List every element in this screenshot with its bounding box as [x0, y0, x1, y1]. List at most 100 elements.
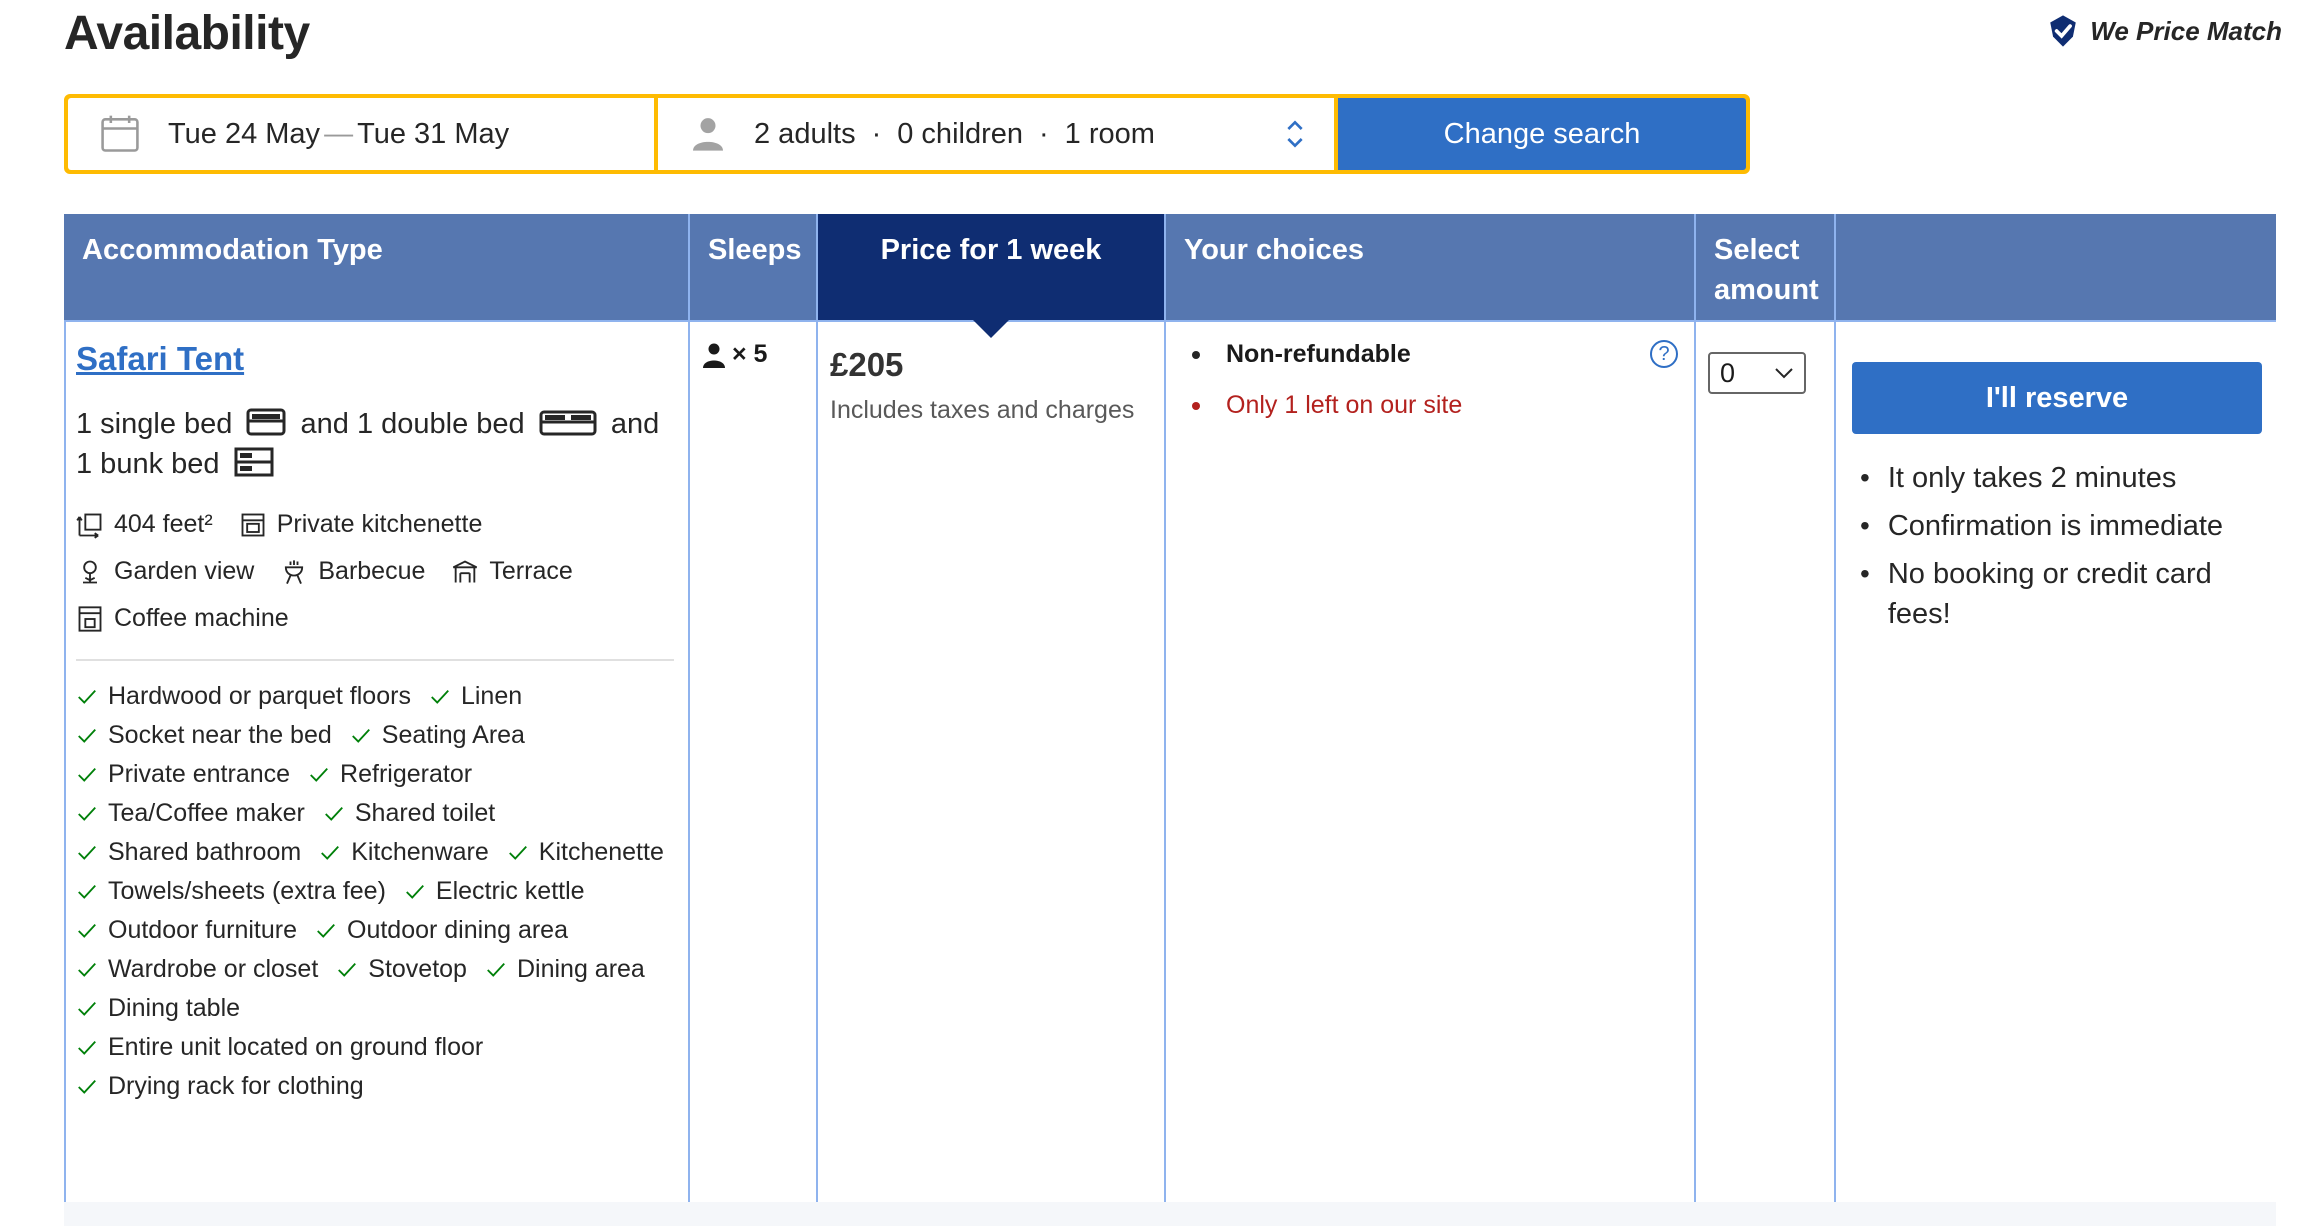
- amenity-label: Outdoor furniture: [108, 916, 297, 944]
- reserve-button[interactable]: I'll reserve: [1852, 362, 2262, 434]
- sleeps-indicator: × 5: [702, 340, 804, 369]
- bullet: [1192, 401, 1200, 410]
- amenity-label: Seating Area: [381, 721, 525, 749]
- sleeps-cell: × 5: [690, 322, 818, 1226]
- benefit-item: Confirmation is immediate: [1860, 506, 2264, 546]
- select-amount-cell: 0: [1696, 322, 1836, 1226]
- amenity-item: Dining table: [76, 993, 240, 1024]
- check-icon: [78, 845, 96, 860]
- amenity-item: Wardrobe or closet: [76, 954, 318, 985]
- room-name-link[interactable]: Safari Tent: [76, 340, 244, 378]
- price-cell: £205 Includes taxes and charges: [818, 322, 1166, 1226]
- facility-label: Barbecue: [318, 557, 426, 585]
- date-picker[interactable]: Tue 24 May — Tue 31 May: [68, 98, 654, 170]
- amenity-label: Entire unit located on ground floor: [108, 1033, 484, 1061]
- amenity-item: Outdoor dining area: [315, 915, 568, 946]
- coffee-machine-icon: [78, 605, 102, 632]
- amenity-row: Wardrobe or closet Stovetop Dining area: [76, 954, 674, 985]
- amenity-label: Kitchenware: [351, 838, 489, 866]
- check-icon: [406, 884, 424, 899]
- check-icon: [487, 962, 505, 977]
- amenity-item: Hardwood or parquet floors: [76, 681, 411, 712]
- page-title: Availability: [64, 7, 310, 60]
- table-header: Accommodation Type Sleeps Price for 1 we…: [64, 214, 2276, 320]
- choices-list: Non-refundable Only 1 left on our site: [1178, 340, 1682, 420]
- amenity-row: Private entrance Refrigerator: [76, 759, 674, 790]
- double-bed-icon: [539, 410, 597, 436]
- chevron-down-icon: [1775, 368, 1793, 379]
- amenity-item: Stovetop: [336, 954, 467, 985]
- choices-cell: Non-refundable Only 1 left on our site ?: [1166, 322, 1696, 1226]
- divider: [76, 659, 674, 661]
- amenity-label: Tea/Coffee maker: [108, 799, 305, 827]
- table-row: Safari Tent 1 single bed and 1 double be…: [64, 320, 2276, 1226]
- check-icon: [78, 767, 96, 782]
- change-search-button[interactable]: Change search: [1338, 98, 1746, 170]
- reserve-benefits: It only takes 2 minutes Confirmation is …: [1860, 458, 2264, 634]
- help-icon[interactable]: ?: [1650, 340, 1678, 368]
- separator-dot: ·: [1039, 117, 1049, 150]
- amenity-label: Towels/sheets (extra fee): [108, 877, 386, 905]
- check-icon: [78, 689, 96, 704]
- check-icon: [78, 728, 96, 743]
- check-icon: [78, 962, 96, 977]
- bunk-bed-label: 1 bunk bed: [76, 448, 220, 480]
- amenity-row: Shared bathroom Kitchenware Kitchenette: [76, 837, 674, 868]
- date-separator: —: [324, 117, 354, 150]
- amenity-label: Dining area: [516, 955, 645, 983]
- choice-non-refundable: Non-refundable: [1192, 340, 1682, 369]
- amenity-item: Outdoor furniture: [76, 915, 297, 946]
- amenity-item: Dining area: [485, 954, 645, 985]
- availability-table: Accommodation Type Sleeps Price for 1 we…: [64, 214, 2276, 1226]
- header-choices: Your choices: [1166, 214, 1696, 320]
- separator-dot: ·: [871, 117, 882, 150]
- facility-label: Private kitchenette: [276, 510, 483, 538]
- check-icon: [78, 1040, 96, 1055]
- price-match-badge[interactable]: We Price Match: [2046, 14, 2282, 48]
- amenity-item: Entire unit located on ground floor: [76, 1032, 483, 1063]
- guests-selector[interactable]: 2 adults · 0 children · 1 room: [658, 98, 1334, 170]
- amenity-label: Drying rack for clothing: [108, 1072, 364, 1100]
- amenity-item: Tea/Coffee maker: [76, 798, 305, 829]
- amenity-item: Electric kettle: [404, 876, 585, 907]
- accommodation-cell: Safari Tent 1 single bed and 1 double be…: [64, 322, 690, 1226]
- amenity-item: Private entrance: [76, 759, 290, 790]
- footer-strip: [64, 1202, 2276, 1226]
- amenity-item: Refrigerator: [308, 759, 472, 790]
- facility-item: Garden view: [76, 557, 254, 586]
- check-icon: [324, 806, 343, 821]
- barbecue-icon: [285, 559, 304, 584]
- double-bed-label: and 1 double bed: [300, 408, 525, 440]
- amenity-label: Refrigerator: [340, 760, 473, 788]
- facility-item: Barbecue: [280, 557, 425, 586]
- amenity-item: Shared toilet: [323, 798, 495, 829]
- garden-icon: [83, 560, 97, 583]
- check-icon: [321, 845, 340, 860]
- amenity-label: Hardwood or parquet floors: [108, 682, 411, 710]
- amenity-item: Seating Area: [350, 720, 525, 751]
- search-bar: Tue 24 May — Tue 31 May 2 adults · 0 childre…: [64, 94, 1750, 174]
- choice-scarcity: Only 1 left on our site: [1192, 391, 1682, 420]
- choice-label: Only 1 left on our site: [1226, 391, 1463, 419]
- shield-check-icon: [2050, 15, 2077, 47]
- check-icon: [78, 1079, 96, 1094]
- children-count: 0 children: [897, 117, 1023, 150]
- room-amount-select[interactable]: 0: [1708, 352, 1806, 394]
- amenity-row: Socket near the bed Seating Area: [76, 720, 674, 751]
- person-icon: [693, 118, 723, 151]
- header-price[interactable]: Price for 1 week: [818, 214, 1166, 320]
- guests-summary: 2 adults · 0 children · 1 room: [754, 118, 1155, 151]
- amenity-item: Shared bathroom: [76, 837, 301, 868]
- amenity-row: Outdoor furniture Outdoor dining area: [76, 915, 674, 946]
- facility-label: Terrace: [489, 557, 573, 585]
- check-icon: [78, 884, 96, 899]
- amenity-label: Dining table: [108, 994, 241, 1022]
- amenity-label: Electric kettle: [435, 877, 585, 905]
- kitchenette-icon: [241, 513, 265, 536]
- bunk-bed-icon: [234, 447, 274, 477]
- header-reserve: [1836, 214, 2276, 320]
- bed-configuration: 1 single bed and 1 double bed and 1 bunk…: [76, 404, 674, 484]
- amenity-label: Shared toilet: [354, 799, 496, 827]
- amenity-row: Dining table: [76, 993, 674, 1024]
- price-match-label: We Price Match: [2090, 15, 2282, 46]
